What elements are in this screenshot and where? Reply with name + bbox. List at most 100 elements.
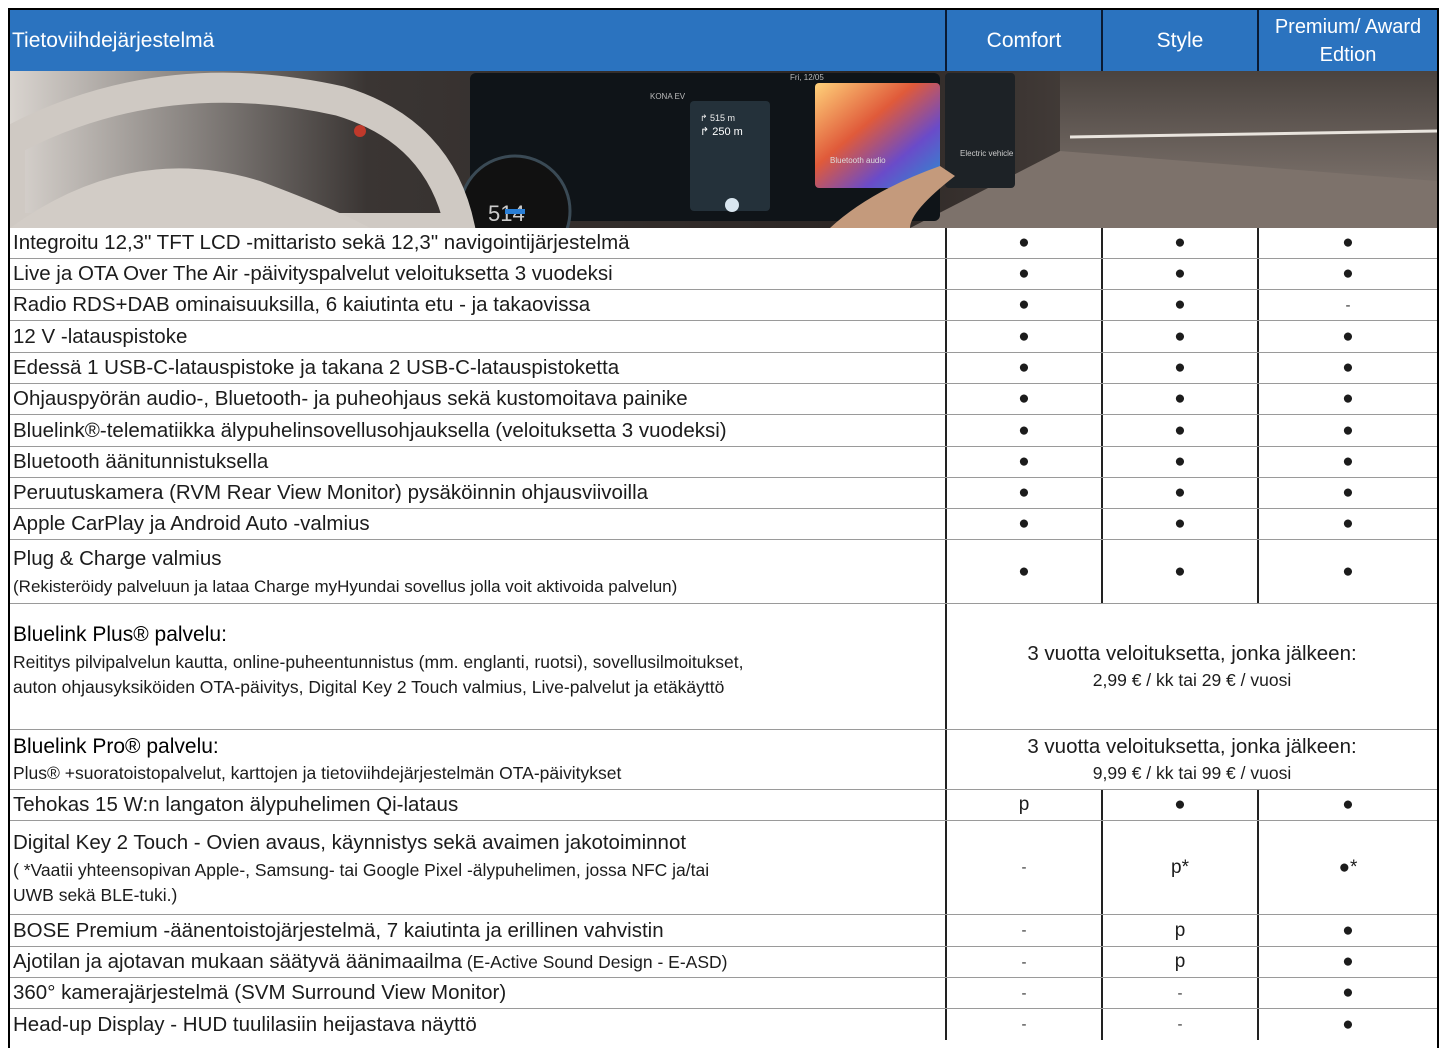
premium-cell: ●	[1342, 388, 1354, 409]
row-label: Bluetooth äänitunnistuksella	[13, 450, 269, 473]
style-cell: p	[1103, 947, 1259, 977]
header-premium: Premium/ Award Edtion	[1274, 15, 1422, 66]
row-label: Peruutuskamera (RVM Rear View Monitor) p…	[13, 481, 649, 504]
style-cell: ●	[1103, 478, 1259, 508]
style-cell: ●	[1103, 790, 1259, 820]
comfort-cell: -	[947, 821, 1103, 914]
table-row: Integroitu 12,3" TFT LCD -mittaristo sek…	[10, 228, 1437, 259]
header-comfort: Comfort	[947, 10, 1103, 71]
row-label: Ohjauspyörän audio-, Bluetooth- ja puheo…	[13, 387, 688, 410]
style-cell: ●	[1103, 321, 1259, 352]
comfort-cell: -	[947, 1009, 1103, 1040]
premium-cell: ●	[1342, 794, 1354, 815]
table-row-plug-charge: Plug & Charge valmius (Rekisteröidy palv…	[10, 540, 1437, 604]
table-row: 360° kamerajärjestelmä (SVM Surround Vie…	[10, 978, 1437, 1009]
table-row: Peruutuskamera (RVM Rear View Monitor) p…	[10, 478, 1437, 509]
comfort-cell: -	[947, 947, 1103, 977]
table-row: Tehokas 15 W:n langaton älypuhelimen Qi-…	[10, 790, 1437, 821]
premium-cell: -	[1345, 296, 1351, 314]
table-row: Bluetooth äänitunnistuksella ● ● ●	[10, 447, 1437, 478]
table-row: Live ja OTA Over The Air -päivityspalvel…	[10, 259, 1437, 290]
row-label: Apple CarPlay ja Android Auto -valmius	[13, 512, 370, 535]
table-row-digital-key: Digital Key 2 Touch - Ovien avaus, käynn…	[10, 821, 1437, 915]
comfort-cell: ●	[947, 228, 1103, 258]
style-cell: -	[1103, 1009, 1259, 1040]
row-label: Live ja OTA Over The Air -päivityspalvel…	[13, 262, 613, 285]
row-label-main: Ajotilan ja ajotavan mukaan säätyvä ääni…	[13, 950, 462, 973]
table-row: Bluelink®-telematiikka älypuhelinsovellu…	[10, 415, 1437, 447]
header-style: Style	[1103, 10, 1259, 71]
row-label: Integroitu 12,3" TFT LCD -mittaristo sek…	[13, 231, 630, 254]
row-label: 360° kamerajärjestelmä (SVM Surround Vie…	[13, 981, 507, 1004]
row-label: Edessä 1 USB-C-latauspistoke ja takana 2…	[13, 356, 620, 379]
comfort-cell: ●	[947, 447, 1103, 477]
comfort-cell: p	[947, 790, 1103, 820]
style-cell: ●	[1103, 228, 1259, 258]
premium-cell: ●	[1342, 560, 1354, 582]
row-sublabel: (Rekisteröidy palveluun ja lataa Charge …	[13, 577, 678, 596]
style-cell: ●	[1103, 259, 1259, 289]
table-row-bluelink-pro: Bluelink Pro® palvelu: Plus® +suoratoist…	[10, 730, 1437, 790]
bluelink-plus-price-2: 2,99 € / kk tai 29 € / vuosi	[1092, 669, 1292, 690]
premium-cell: ●*	[1338, 856, 1358, 878]
hero-top-label: Fri, 12/05	[790, 73, 824, 82]
table-row: Apple CarPlay ja Android Auto -valmius ●…	[10, 509, 1437, 540]
bluelink-pro-price-2: 9,99 € / kk tai 99 € / vuosi	[1092, 762, 1292, 783]
comfort-cell: ●	[947, 290, 1103, 320]
premium-cell: ●	[1342, 1013, 1354, 1035]
equipment-table: Tietoviihdejärjestelmä Comfort Style Pre…	[8, 8, 1439, 1048]
row-sublabel-1: ( *Vaatii yhteensopivan Apple-, Samsung-…	[13, 859, 710, 880]
hero-trip-dist: ↱ 250 m	[700, 126, 743, 138]
style-cell: ●	[1103, 290, 1259, 320]
comfort-cell: ●	[947, 478, 1103, 508]
style-cell: p	[1103, 915, 1259, 946]
premium-cell: ●	[1342, 232, 1354, 253]
style-cell: ●	[1103, 384, 1259, 414]
dashboard-photo: Electric vehicle Bluetooth audio KONA EV…	[10, 71, 1437, 228]
hero-ev-label: Electric vehicle	[960, 149, 1014, 158]
bluelink-pro-desc: Plus® +suoratoistopalvelut, karttojen ja…	[13, 763, 622, 783]
row-label: Radio RDS+DAB ominaisuuksilla, 6 kaiutin…	[13, 293, 591, 316]
premium-cell: ●	[1342, 419, 1354, 441]
hero-audio-label: Bluetooth audio	[830, 156, 886, 165]
premium-cell: ●	[1342, 982, 1354, 1003]
row-label: 12 V -latauspistoke	[13, 324, 188, 348]
comfort-cell: ●	[947, 321, 1103, 352]
hero-image-dashboard: Electric vehicle Bluetooth audio KONA EV…	[10, 71, 1437, 228]
comfort-cell: ●	[947, 259, 1103, 289]
style-cell: ●	[1103, 447, 1259, 477]
table-row: BOSE Premium -äänentoistojärjestelmä, 7 …	[10, 915, 1437, 947]
row-label-small: (E-Active Sound Design - E-ASD)	[461, 952, 728, 972]
premium-cell: ●	[1342, 919, 1354, 941]
comfort-cell: ●	[947, 353, 1103, 383]
table-row-bluelink-plus: Bluelink Plus® palvelu: Reititys pilvipa…	[10, 604, 1437, 730]
comfort-cell: ●	[947, 384, 1103, 414]
style-cell: ●	[1103, 415, 1259, 446]
comfort-cell: -	[947, 978, 1103, 1008]
table-row: Ohjauspyörän audio-, Bluetooth- ja puheo…	[10, 384, 1437, 415]
premium-cell: ●	[1342, 451, 1354, 472]
table-row: Ajotilan ja ajotavan mukaan säätyvä ääni…	[10, 947, 1437, 978]
style-cell: ●	[1103, 353, 1259, 383]
comfort-cell: ●	[947, 509, 1103, 539]
premium-cell: ●	[1342, 357, 1354, 378]
comfort-cell: ●	[947, 415, 1103, 446]
bluelink-plus-desc-1: Reititys pilvipalvelun kautta, online-pu…	[13, 652, 744, 672]
table-row: Radio RDS+DAB ominaisuuksilla, 6 kaiutin…	[10, 290, 1437, 321]
bluelink-pro-price-1: 3 vuotta veloituksetta, jonka jälkeen:	[1027, 734, 1357, 758]
row-label: Tehokas 15 W:n langaton älypuhelimen Qi-…	[13, 793, 459, 816]
style-cell: p*	[1103, 821, 1259, 914]
bluelink-pro-title: Bluelink Pro® palvelu:	[13, 735, 219, 758]
header-title: Tietoviihdejärjestelmä	[10, 10, 947, 71]
style-cell: ●	[1103, 509, 1259, 539]
premium-cell: ●	[1342, 482, 1354, 503]
bluelink-plus-price-1: 3 vuotta veloituksetta, jonka jälkeen:	[1027, 641, 1357, 665]
row-label: BOSE Premium -äänentoistojärjestelmä, 7 …	[13, 918, 664, 942]
hero-map-title: KONA EV	[650, 92, 686, 101]
style-cell: -	[1103, 978, 1259, 1008]
comfort-cell: -	[947, 915, 1103, 946]
premium-cell: ●	[1342, 325, 1354, 347]
row-sublabel-2: UWB sekä BLE-tuki.)	[13, 884, 178, 905]
row-label: Head-up Display - HUD tuulilasiin heijas…	[13, 1012, 477, 1036]
table-row: Edessä 1 USB-C-latauspistoke ja takana 2…	[10, 353, 1437, 384]
